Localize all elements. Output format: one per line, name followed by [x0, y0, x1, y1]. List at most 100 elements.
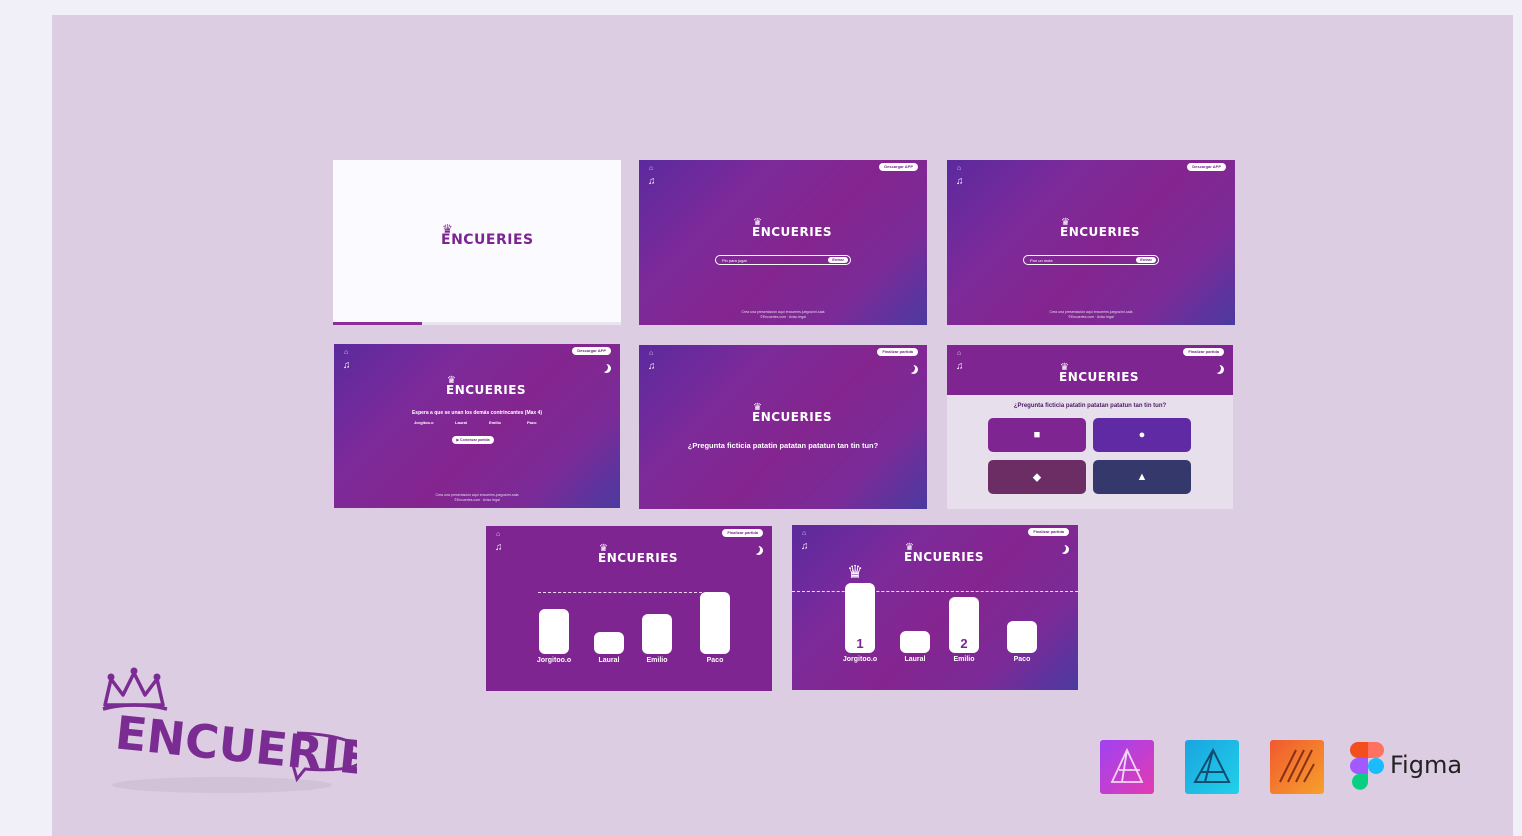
player-name: Laural [455, 420, 468, 425]
logo-wordmark: ENCUERIES [1059, 370, 1140, 384]
square-icon: ■ [1033, 429, 1041, 441]
music-icon[interactable]: ♫ [343, 361, 351, 371]
pin-input[interactable]: Pin para jugar Entrar [715, 255, 851, 265]
splash-screen: ♛ ENCUERIES [333, 160, 621, 325]
dark-mode-icon[interactable] [1215, 365, 1224, 374]
answer-option-diamond[interactable]: ◆ [988, 460, 1086, 494]
home-icon[interactable]: ⌂ [957, 165, 961, 172]
music-icon[interactable]: ♫ [801, 542, 809, 552]
enter-button[interactable]: Entrar [828, 257, 848, 263]
dark-mode-icon[interactable] [909, 365, 918, 374]
app-logo: ♛ ENCUERIES [752, 403, 833, 424]
answer-option-square[interactable]: ■ [988, 418, 1086, 452]
logo-wordmark: ENCUERIES [752, 410, 833, 424]
enter-button[interactable]: Entrar [1136, 257, 1156, 263]
scores-screen: ⌂ ♫ Finalizar partida ♛ ENCUERIES Jorgit… [486, 526, 772, 691]
finish-game-button[interactable]: Finalizar partida [1028, 528, 1069, 536]
nickname-placeholder: Pon un mote [1030, 258, 1053, 263]
nickname-screen: ⌂ ♫ Descargar APP ♛ ENCUERIES Pon un mot… [947, 160, 1235, 325]
affinity-designer-icon [1185, 740, 1239, 794]
download-app-button[interactable]: Descargar APP [572, 347, 611, 355]
player-name: Emilio [489, 420, 502, 425]
logo-wordmark: ENCUERIES [441, 232, 534, 248]
player-name: Jorgitoo.o [414, 420, 434, 425]
player-name: Paco [527, 420, 537, 425]
app-logo: ♛ ENCUERIES [441, 223, 534, 247]
app-logo: ♛ ENCUERIES [446, 376, 527, 397]
dark-mode-icon[interactable] [754, 546, 763, 555]
brand-logo-art: ENCUERIES [102, 667, 406, 793]
player-name: Jorgitoo.o [536, 657, 572, 664]
answers-header: ⌂ ♫ Finalizar partida ♛ ENCUERIES [947, 345, 1233, 395]
affinity-publisher-icon [1270, 740, 1324, 794]
score-bar [1007, 621, 1037, 653]
logo-wordmark: ENCUERIES [598, 551, 679, 565]
answer-option-triangle[interactable]: ▲ [1093, 460, 1191, 494]
nickname-input[interactable]: Pon un mote Entrar [1023, 255, 1159, 265]
loading-progress [333, 322, 423, 325]
winner-crown-icon: ♛ [847, 562, 864, 582]
dark-mode-icon[interactable] [1060, 545, 1069, 554]
pin-placeholder: Pin para jugar [722, 258, 747, 263]
footer-legal[interactable]: ©Encueries.com · Aviso legal [947, 315, 1235, 320]
podium-screen: ⌂ ♫ Finalizar partida ♛ ENCUERIES ♛ 1 Jor… [792, 525, 1078, 690]
home-icon[interactable]: ⌂ [802, 530, 806, 537]
logo-wordmark: ENCUERIES [752, 225, 833, 239]
footer-legal[interactable]: ©Encueries.com · Aviso legal [334, 498, 620, 503]
affinity-photo-icon [1100, 740, 1154, 794]
home-icon[interactable]: ⌂ [649, 165, 653, 172]
question-text: ¿Pregunta ficticia patatin patatan patat… [687, 441, 879, 450]
score-bar [900, 631, 930, 653]
start-game-button[interactable]: ▶ Comenzar partida [452, 436, 494, 444]
music-icon[interactable]: ♫ [495, 543, 503, 553]
download-app-button[interactable]: Descargar APP [879, 163, 918, 171]
brand-logo-wordmark: ENCUERIES [113, 705, 357, 789]
music-icon[interactable]: ♫ [648, 177, 656, 187]
score-bar: 1 [845, 583, 875, 653]
finish-game-button[interactable]: Finalizar partida [1183, 348, 1224, 356]
waiting-message: Espera a que se unan los demás contrinca… [411, 410, 543, 416]
logo-wordmark: ENCUERIES [904, 550, 985, 564]
score-bar [700, 592, 730, 654]
music-icon[interactable]: ♫ [648, 362, 656, 372]
rank-number: 2 [960, 636, 968, 651]
figma-icon [1348, 740, 1388, 794]
answer-option-circle[interactable]: ● [1093, 418, 1191, 452]
app-logo: ♛ ENCUERIES [752, 218, 833, 239]
presentation-board: ♛ ENCUERIES ⌂ ♫ Descargar APP ♛ ENCUERIE… [52, 15, 1513, 836]
answers-screen: ⌂ ♫ Finalizar partida ♛ ENCUERIES ¿Pregu… [947, 345, 1233, 509]
brand-logo-large: ENCUERIES [97, 665, 406, 805]
triangle-icon: ▲ [1136, 471, 1148, 483]
app-logo: ♛ ENCUERIES [1060, 218, 1141, 239]
score-bar [642, 614, 672, 654]
music-icon[interactable]: ♫ [956, 177, 964, 187]
app-logo: ♛ ENCUERIES [1059, 363, 1140, 384]
finish-game-button[interactable]: Finalizar partida [722, 529, 763, 537]
finish-game-button[interactable]: Finalizar partida [877, 348, 918, 356]
join-screen: ⌂ ♫ Descargar APP ♛ ENCUERIES Pin para j… [639, 160, 927, 325]
home-icon[interactable]: ⌂ [957, 350, 961, 357]
logo-wordmark: ENCUERIES [446, 383, 527, 397]
home-icon[interactable]: ⌂ [344, 349, 348, 356]
goal-line [538, 592, 702, 593]
logo-wordmark: ENCUERIES [1060, 225, 1141, 239]
score-bar: 2 [949, 597, 979, 653]
rank-number: 1 [856, 636, 864, 651]
download-app-button[interactable]: Descargar APP [1187, 163, 1226, 171]
goal-line [792, 591, 1078, 592]
player-name: Paco [1013, 656, 1031, 663]
player-name: Paco [706, 657, 724, 664]
home-icon[interactable]: ⌂ [496, 531, 500, 538]
circle-icon: ● [1138, 429, 1146, 441]
player-name: Emilio [953, 656, 975, 663]
app-logo: ♛ ENCUERIES [598, 544, 679, 565]
music-icon[interactable]: ♫ [956, 362, 964, 372]
question-screen: ⌂ ♫ Finalizar partida ♛ ENCUERIES ¿Pregu… [639, 345, 927, 509]
diamond-icon: ◆ [1032, 471, 1042, 484]
player-name: Emilio [646, 657, 668, 664]
dark-mode-icon[interactable] [602, 364, 611, 373]
app-logo: ♛ ENCUERIES [904, 543, 985, 564]
question-text: ¿Pregunta ficticia patatin patatan patat… [1013, 403, 1167, 409]
home-icon[interactable]: ⌂ [649, 350, 653, 357]
footer-legal[interactable]: ©Encueries.com · Aviso legal [639, 315, 927, 320]
